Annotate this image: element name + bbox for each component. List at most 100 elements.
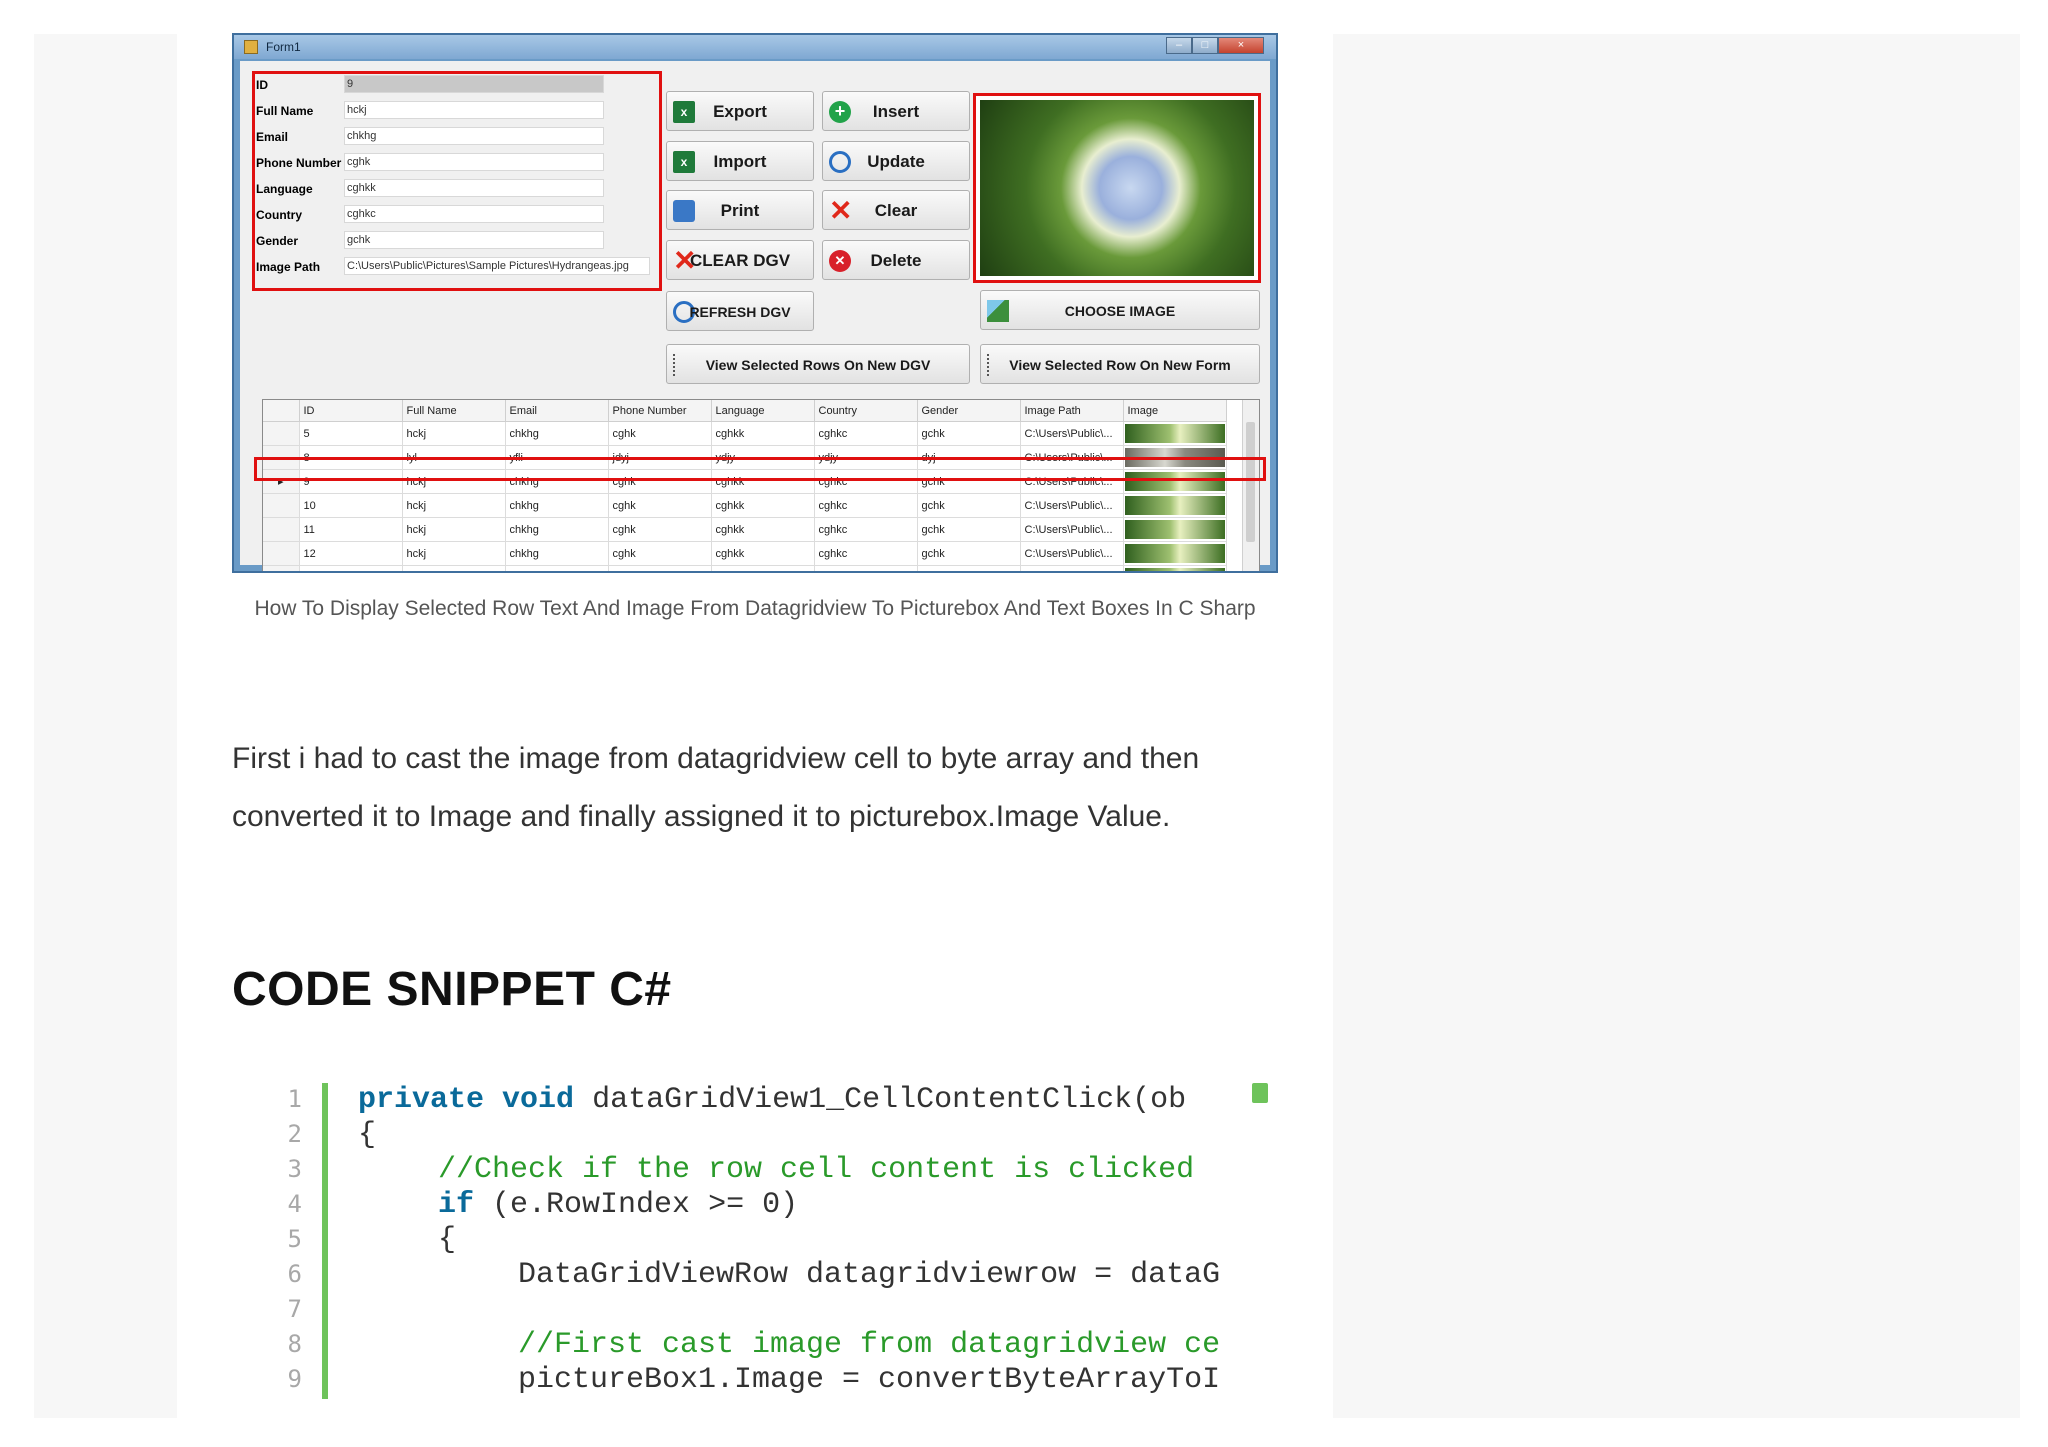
- table-cell[interactable]: cghkk: [711, 565, 815, 571]
- line-number: 7: [287, 1295, 302, 1323]
- right-sidebar-band: [1333, 34, 2020, 1418]
- table-cell[interactable]: hckj: [402, 565, 506, 571]
- import-button[interactable]: x Import: [666, 141, 814, 181]
- column-header[interactable]: Image Path: [1020, 400, 1124, 422]
- phone-number-field[interactable]: cghk: [344, 153, 604, 171]
- table-cell[interactable]: cghkc: [814, 541, 918, 566]
- table-cell[interactable]: gchk: [917, 541, 1021, 566]
- table-cell[interactable]: chkhg: [505, 541, 609, 566]
- table-cell[interactable]: gchk: [917, 565, 1021, 571]
- table-cell[interactable]: C:\Users\Public\...: [1020, 565, 1124, 571]
- delete-button[interactable]: ✕ Delete: [822, 240, 970, 280]
- table-row[interactable]: 12 hckj chkhg cghk cghkk cghkc gchk C:\Users\Pu…: [263, 541, 1227, 566]
- field-row-language: Language cghkk: [254, 179, 656, 199]
- table-cell[interactable]: hckj: [402, 541, 506, 566]
- row-header-cell[interactable]: [263, 421, 300, 446]
- article-paragraph: First i had to cast the image from datag…: [232, 742, 1200, 833]
- scrollbar-thumb[interactable]: [1246, 422, 1255, 542]
- table-cell[interactable]: C:\Users\Public\...: [1020, 421, 1124, 446]
- full-name-field[interactable]: hckj: [344, 101, 604, 119]
- column-header[interactable]: Language: [711, 400, 815, 422]
- table-cell[interactable]: gchk: [917, 421, 1021, 446]
- table-cell[interactable]: 13: [299, 565, 403, 571]
- export-button[interactable]: x Export: [666, 91, 814, 131]
- table-cell[interactable]: hckj: [402, 421, 506, 446]
- row-header-cell[interactable]: [263, 517, 300, 542]
- clear-button[interactable]: ✕ Clear: [822, 190, 970, 230]
- close-icon[interactable]: ×: [1218, 37, 1264, 54]
- table-cell[interactable]: chkhg: [505, 421, 609, 446]
- id-field[interactable]: 9: [344, 75, 604, 93]
- window-controls: – □ ×: [1166, 37, 1264, 54]
- minimize-icon[interactable]: –: [1166, 37, 1192, 54]
- image-cell[interactable]: [1123, 541, 1227, 566]
- country-field[interactable]: cghkc: [344, 205, 604, 223]
- code-text: {: [358, 1118, 377, 1152]
- table-cell[interactable]: cghk: [608, 493, 712, 518]
- column-header[interactable]: Image: [1123, 400, 1227, 422]
- grid-header-row: ID Full Name Email Phone Number Language…: [263, 400, 1227, 422]
- row-header-cell[interactable]: [263, 541, 300, 566]
- table-cell[interactable]: cghkc: [814, 565, 918, 571]
- view-rows-new-dgv-button[interactable]: View Selected Rows On New DGV: [666, 344, 970, 384]
- table-cell[interactable]: chkhg: [505, 565, 609, 571]
- table-row[interactable]: 10 hckj chkhg cghk cghkk cghkc gchk C:\Users\Pu…: [263, 493, 1227, 518]
- table-cell[interactable]: C:\Users\Public\...: [1020, 541, 1124, 566]
- table-cell[interactable]: hckj: [402, 493, 506, 518]
- update-button[interactable]: Update: [822, 141, 970, 181]
- view-row-new-form-button[interactable]: View Selected Row On New Form: [980, 344, 1260, 384]
- image-cell[interactable]: [1123, 493, 1227, 518]
- table-cell[interactable]: chkhg: [505, 517, 609, 542]
- gender-field[interactable]: gchk: [344, 231, 604, 249]
- column-header[interactable]: Phone Number: [608, 400, 712, 422]
- table-row[interactable]: 13hckjchkhgcghkcghkkcghkcgchkC:\Users\Pu…: [263, 565, 1227, 571]
- table-cell[interactable]: gchk: [917, 493, 1021, 518]
- choose-image-button[interactable]: CHOOSE IMAGE: [980, 290, 1260, 330]
- table-cell[interactable]: cghk: [608, 517, 712, 542]
- refresh-dgv-button[interactable]: REFRESH DGV: [666, 291, 814, 331]
- table-cell[interactable]: hckj: [402, 517, 506, 542]
- table-cell[interactable]: gchk: [917, 517, 1021, 542]
- code-line: DataGridViewRow datagridviewrow = dataG: [518, 1258, 1220, 1292]
- column-header[interactable]: Full Name: [402, 400, 506, 422]
- grid-vertical-scrollbar[interactable]: [1242, 400, 1259, 571]
- table-cell[interactable]: chkhg: [505, 493, 609, 518]
- table-cell[interactable]: cghk: [608, 541, 712, 566]
- table-cell[interactable]: cghk: [608, 421, 712, 446]
- language-field[interactable]: cghkk: [344, 179, 604, 197]
- copy-code-icon[interactable]: [1252, 1083, 1268, 1103]
- table-cell[interactable]: cghk: [608, 565, 712, 571]
- table-cell[interactable]: cghkk: [711, 421, 815, 446]
- row-header-cell[interactable]: [263, 565, 300, 571]
- table-cell[interactable]: cghkk: [711, 541, 815, 566]
- image-cell[interactable]: [1123, 421, 1227, 446]
- image-path-field[interactable]: C:\Users\Public\Pictures\Sample Pictures…: [344, 257, 650, 275]
- print-button[interactable]: Print: [666, 190, 814, 230]
- image-cell[interactable]: [1123, 517, 1227, 542]
- column-header[interactable]: Email: [505, 400, 609, 422]
- insert-button[interactable]: + Insert: [822, 91, 970, 131]
- table-cell[interactable]: 12: [299, 541, 403, 566]
- column-header[interactable]: Gender: [917, 400, 1021, 422]
- table-cell[interactable]: cghkc: [814, 421, 918, 446]
- table-cell[interactable]: C:\Users\Public\...: [1020, 517, 1124, 542]
- table-cell[interactable]: cghkc: [814, 493, 918, 518]
- table-cell[interactable]: cghkk: [711, 517, 815, 542]
- table-cell[interactable]: cghkc: [814, 517, 918, 542]
- table-cell[interactable]: 5: [299, 421, 403, 446]
- clear-dgv-button[interactable]: ✕ CLEAR DGV: [666, 240, 814, 280]
- table-row[interactable]: 5 hckj chkhg cghk cghkk cghkc gchk C:\Users\Pub…: [263, 421, 1227, 446]
- column-header[interactable]: Country: [814, 400, 918, 422]
- table-cell[interactable]: 10: [299, 493, 403, 518]
- maximize-icon[interactable]: □: [1192, 37, 1218, 54]
- line-number: 1: [287, 1085, 302, 1113]
- table-cell[interactable]: cghkk: [711, 493, 815, 518]
- image-cell[interactable]: [1123, 565, 1227, 571]
- table-row[interactable]: 11 hckj chkhg cghk cghkk cghkc gchk C:\Users\Pu…: [263, 517, 1227, 542]
- email-field[interactable]: chkhg: [344, 127, 604, 145]
- row-header-cell[interactable]: [263, 493, 300, 518]
- table-cell[interactable]: 11: [299, 517, 403, 542]
- datagridview[interactable]: ID Full Name Email Phone Number Language…: [262, 399, 1260, 571]
- column-header[interactable]: ID: [299, 400, 403, 422]
- table-cell[interactable]: C:\Users\Public\...: [1020, 493, 1124, 518]
